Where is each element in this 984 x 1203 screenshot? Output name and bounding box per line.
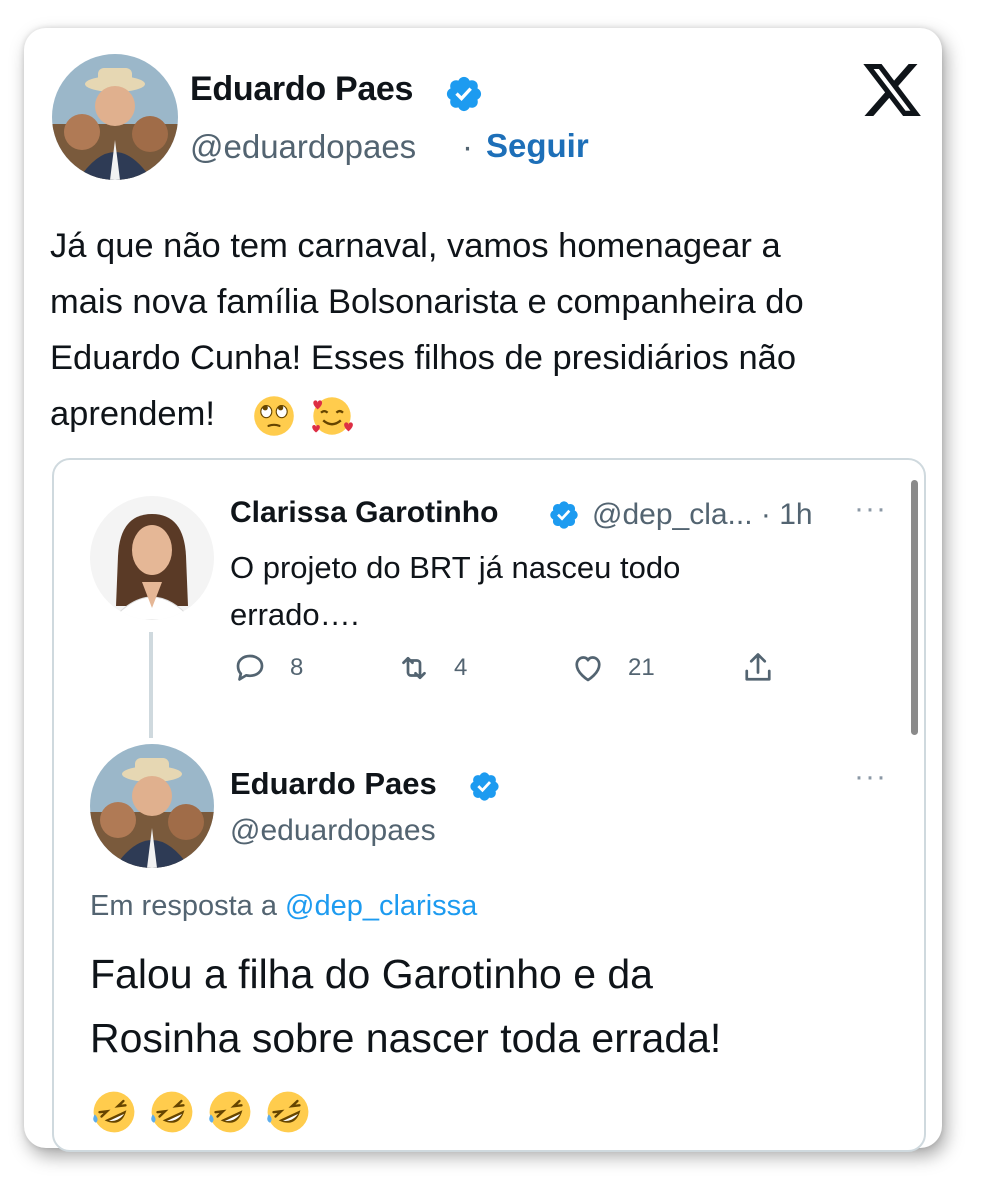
- retweet-icon: [402, 656, 426, 680]
- verified-badge-icon: [446, 76, 482, 112]
- quoted-text-line: errado….: [230, 597, 360, 632]
- tweet-text-fragment: aprendem!: [50, 395, 215, 433]
- reply-icon: [236, 654, 264, 681]
- emoji-row: [90, 1088, 312, 1136]
- verified-badge-icon: [550, 501, 578, 529]
- reply-text-line: Rosinha sobre nascer toda errada!: [90, 1015, 722, 1061]
- rofl-emoji-icon: [267, 1091, 309, 1133]
- reply-mention-link[interactable]: @dep_clarissa: [285, 890, 477, 922]
- retweet-count: 4: [454, 654, 468, 681]
- quoted-tweet-text: O projeto do BRT já nasceu todo errado….: [230, 544, 790, 638]
- reply-count: 8: [290, 654, 304, 681]
- tweet-text-line: mais nova família Bolsonarista e companh…: [50, 283, 804, 321]
- verified-badge-icon: [470, 772, 499, 801]
- rofl-emoji-icon: [151, 1091, 193, 1133]
- author-avatar[interactable]: [52, 54, 178, 180]
- more-options-icon[interactable]: ···: [854, 760, 887, 794]
- tweet-card: Eduardo Paes @eduardopaes · Seguir Já qu…: [24, 28, 942, 1152]
- heart-icon: [575, 656, 601, 682]
- separator-dot: ·: [462, 128, 473, 165]
- quoted-author-name[interactable]: Clarissa Garotinho: [230, 496, 498, 530]
- like-count: 21: [628, 654, 655, 681]
- tweet-text-line: aprendem!: [50, 386, 920, 442]
- x-logo-icon[interactable]: [860, 58, 924, 122]
- share-icon: [745, 653, 771, 681]
- reply-context: Em resposta a @dep_clarissa: [90, 890, 477, 923]
- reply-text-line: Falou a filha do Garotinho e da: [90, 951, 653, 997]
- rofl-emoji-icon: [93, 1091, 135, 1133]
- quoted-thread[interactable]: Clarissa Garotinho @dep_cla... · 1h ··· …: [52, 458, 926, 1152]
- scrollbar[interactable]: [911, 480, 918, 735]
- reply-tweet-text: Falou a filha do Garotinho e da Rosinha …: [90, 942, 890, 1070]
- reply-button[interactable]: 8: [232, 648, 303, 688]
- thread-connector: [149, 632, 153, 738]
- author-name[interactable]: Eduardo Paes: [190, 70, 413, 109]
- tweet-text-line: Já que não tem carnaval, vamos homenagea…: [50, 227, 781, 265]
- quoted-handle-time[interactable]: @dep_cla... · 1h: [592, 498, 813, 532]
- follow-button[interactable]: Seguir: [486, 127, 589, 165]
- author-handle[interactable]: @eduardopaes: [190, 128, 416, 166]
- more-options-icon[interactable]: ···: [854, 492, 887, 526]
- reply-prefix: Em resposta a: [90, 890, 286, 922]
- smiling-face-with-hearts-emoji-icon: [311, 397, 353, 435]
- quoted-text-line: O projeto do BRT já nasceu todo: [230, 550, 681, 585]
- author-avatar[interactable]: [90, 744, 214, 868]
- like-button[interactable]: 21: [570, 648, 655, 688]
- clarissa-avatar[interactable]: [90, 496, 214, 620]
- reply-author-name[interactable]: Eduardo Paes: [230, 766, 437, 802]
- reply-author-handle[interactable]: @eduardopaes: [230, 814, 436, 848]
- tweet-text-line: Eduardo Cunha! Esses filhos de presidiár…: [50, 339, 797, 377]
- retweet-button[interactable]: 4: [396, 648, 467, 688]
- face-with-rolling-eyes-emoji-icon: [254, 396, 294, 436]
- tweet-text: Já que não tem carnaval, vamos homenagea…: [50, 218, 920, 442]
- rofl-emoji-icon: [209, 1091, 251, 1133]
- share-button[interactable]: [740, 648, 776, 688]
